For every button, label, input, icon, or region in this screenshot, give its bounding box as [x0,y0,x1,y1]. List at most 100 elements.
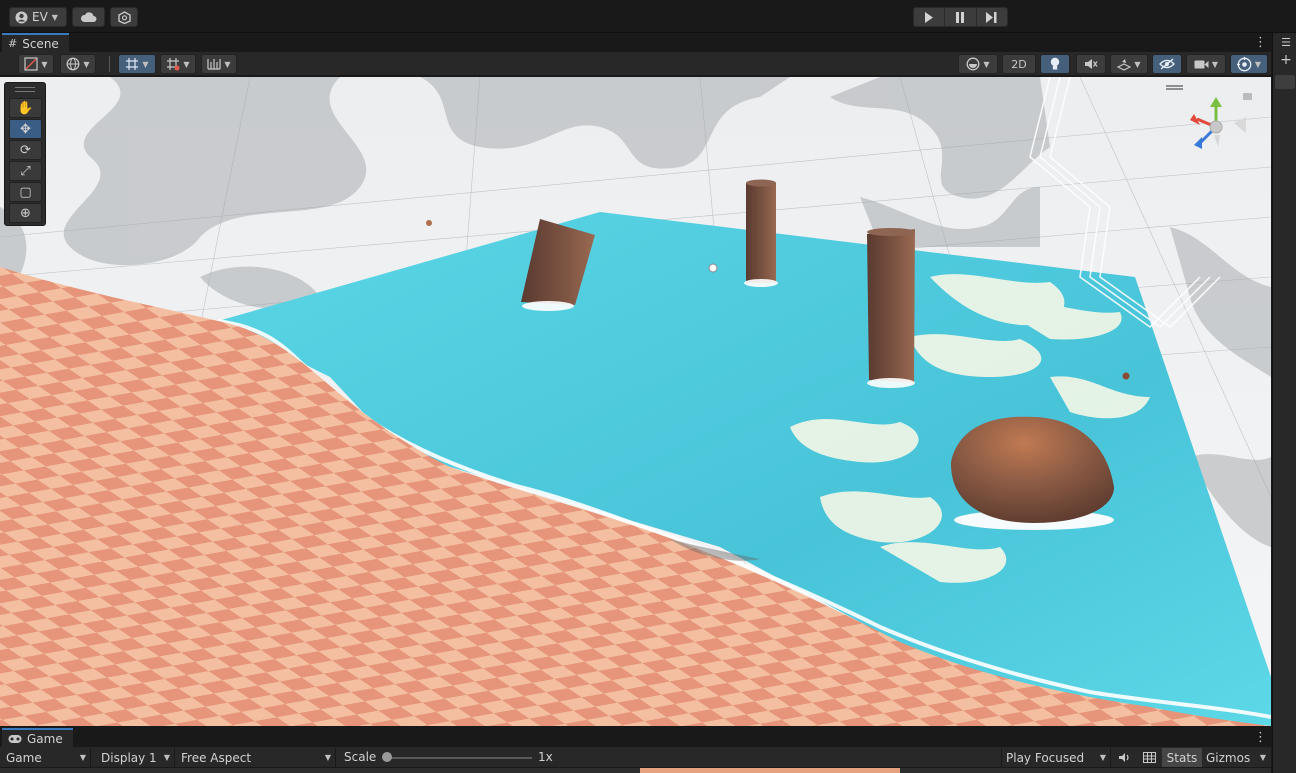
lightbulb-icon [1050,57,1060,70]
gizmos-label: Gizmos [1206,750,1251,765]
grid-snap-icon [126,58,139,70]
render-mode-dropdown[interactable]: ▼ [958,54,998,74]
light-probe-marker[interactable] [426,220,432,226]
snap-increment-icon [167,58,180,71]
audio-mute-icon [1085,59,1098,69]
scene-tab-bar: # Scene ⋮ [0,33,1271,52]
chevron-down-icon: ▼ [79,753,86,762]
pivot-global-dropdown[interactable]: ▼ [60,54,96,74]
rotate-icon: ⟳ [20,142,31,158]
playback-controls [913,7,1008,27]
hand-icon: ✋ [17,100,34,116]
mode-2d-toggle[interactable]: 2D [1002,54,1036,74]
scale-slider-handle[interactable] [382,752,392,762]
game-view-preview [0,768,1271,773]
scrollbar-thumb[interactable] [1275,75,1295,89]
gizmos-button[interactable]: Gizmos ▼ [1204,748,1268,767]
play-mode-select[interactable]: Play Focused ▼ [1001,748,1111,767]
pause-icon [956,11,965,23]
account-button[interactable]: EV ▼ [9,7,67,27]
stats-grid-toggle[interactable] [1138,748,1160,767]
camera-icon [1194,60,1209,68]
game-tab-label: Game [27,731,63,746]
aspect-select[interactable]: Free Aspect ▼ [177,748,336,767]
stats-label: Stats [1166,750,1198,765]
increment-snap-dropdown[interactable]: ▼ [160,54,196,74]
mode-2d-label: 2D [1011,57,1027,71]
move-tool[interactable]: ✥ [9,119,42,139]
effects-icon [1117,59,1132,71]
gamepad-icon [8,734,22,743]
rotate-tool[interactable]: ⟳ [9,140,42,160]
audio-toggle[interactable] [1076,54,1106,74]
scene-toolbar: ▼ ▼ ▼ ▼ ▼ ▼ 2D ▼ ▼ ▼ [0,52,1271,76]
scale-value: 1x [538,750,553,764]
aspect-value: Free Aspect [181,750,252,765]
stats-button[interactable]: Stats [1162,748,1202,767]
grid-toggle-icon [1142,752,1156,763]
game-menu-icon[interactable]: ⋮ [1254,731,1267,744]
overlay-grip[interactable] [15,87,35,92]
gizmo-toggle-icon [1236,56,1252,71]
right-panel-strip: ☰ + [1272,33,1296,773]
step-button[interactable] [977,8,1007,26]
transform-icon: ⊕ [20,205,31,221]
transform-tool[interactable]: ⊕ [9,203,42,223]
collab-icon [117,10,131,24]
display-value: Display 1 [101,750,157,765]
display-select[interactable]: Display 1 ▼ [97,748,175,767]
pause-button[interactable] [945,8,977,26]
chevron-down-icon: ▼ [183,59,190,69]
camera-dropdown[interactable]: ▼ [1186,54,1226,74]
scale-slider-track[interactable] [386,757,532,759]
grid-snap-toggle[interactable]: ▼ [118,54,156,74]
gizmos-dropdown[interactable]: ▼ [1230,54,1268,74]
scene-menu-icon[interactable]: ⋮ [1254,36,1267,49]
game-view-value: Game [6,750,42,765]
chevron-down-icon: ▼ [224,59,231,69]
user-circle-icon [15,11,28,23]
right-pillar [867,228,915,388]
scale-label: Scale [344,750,377,764]
mute-audio-toggle[interactable] [1113,748,1135,767]
scene-visibility-toggle[interactable] [1152,54,1182,74]
toolbar-divider [109,56,110,72]
collab-button[interactable] [110,7,138,27]
scale-icon: ⤢ [20,163,31,179]
ruler-icon [207,59,222,70]
chevron-down-icon: ▼ [324,753,331,762]
hidden-eye-icon [1159,58,1175,70]
game-view-select[interactable]: Game ▼ [2,748,91,767]
chevron-down-icon: ▼ [142,59,149,69]
plus-icon[interactable]: + [1279,52,1293,68]
cloud-button[interactable] [72,7,105,27]
object-marker[interactable] [1122,372,1130,380]
scene-render[interactable] [0,77,1271,726]
play-icon [925,11,934,23]
orientation-gizmo[interactable] [1180,95,1252,157]
lighting-toggle[interactable] [1040,54,1070,74]
step-icon [986,11,997,23]
chevron-down-icon: ▼ [83,59,90,69]
list-icon[interactable]: ☰ [1279,35,1293,49]
pivot-marker[interactable] [708,263,718,273]
scene-viewport[interactable]: ✋ ✥ ⟳ ⤢ ▢ ⊕ [0,77,1271,726]
cloud-icon [80,11,97,22]
speaker-icon [1118,753,1129,762]
globe-icon [67,57,80,71]
rect-tool[interactable]: ▢ [9,182,42,202]
shaded-icon [24,57,39,71]
draw-mode-dropdown[interactable]: ▼ [18,54,54,74]
ruler-dropdown[interactable]: ▼ [201,54,237,74]
chevron-down-icon: ▼ [41,59,48,69]
scale-tool[interactable]: ⤢ [9,161,42,181]
chevron-down-icon: ▼ [1259,753,1266,762]
chevron-down-icon: ▼ [1099,753,1106,762]
account-label: EV [32,10,48,24]
tab-scene[interactable]: # Scene [2,33,69,52]
view-tool[interactable]: ✋ [9,98,42,118]
chevron-down-icon: ▼ [1211,59,1219,69]
tab-game[interactable]: Game [2,728,73,747]
effects-dropdown[interactable]: ▼ [1110,54,1148,74]
play-button[interactable] [914,8,946,26]
